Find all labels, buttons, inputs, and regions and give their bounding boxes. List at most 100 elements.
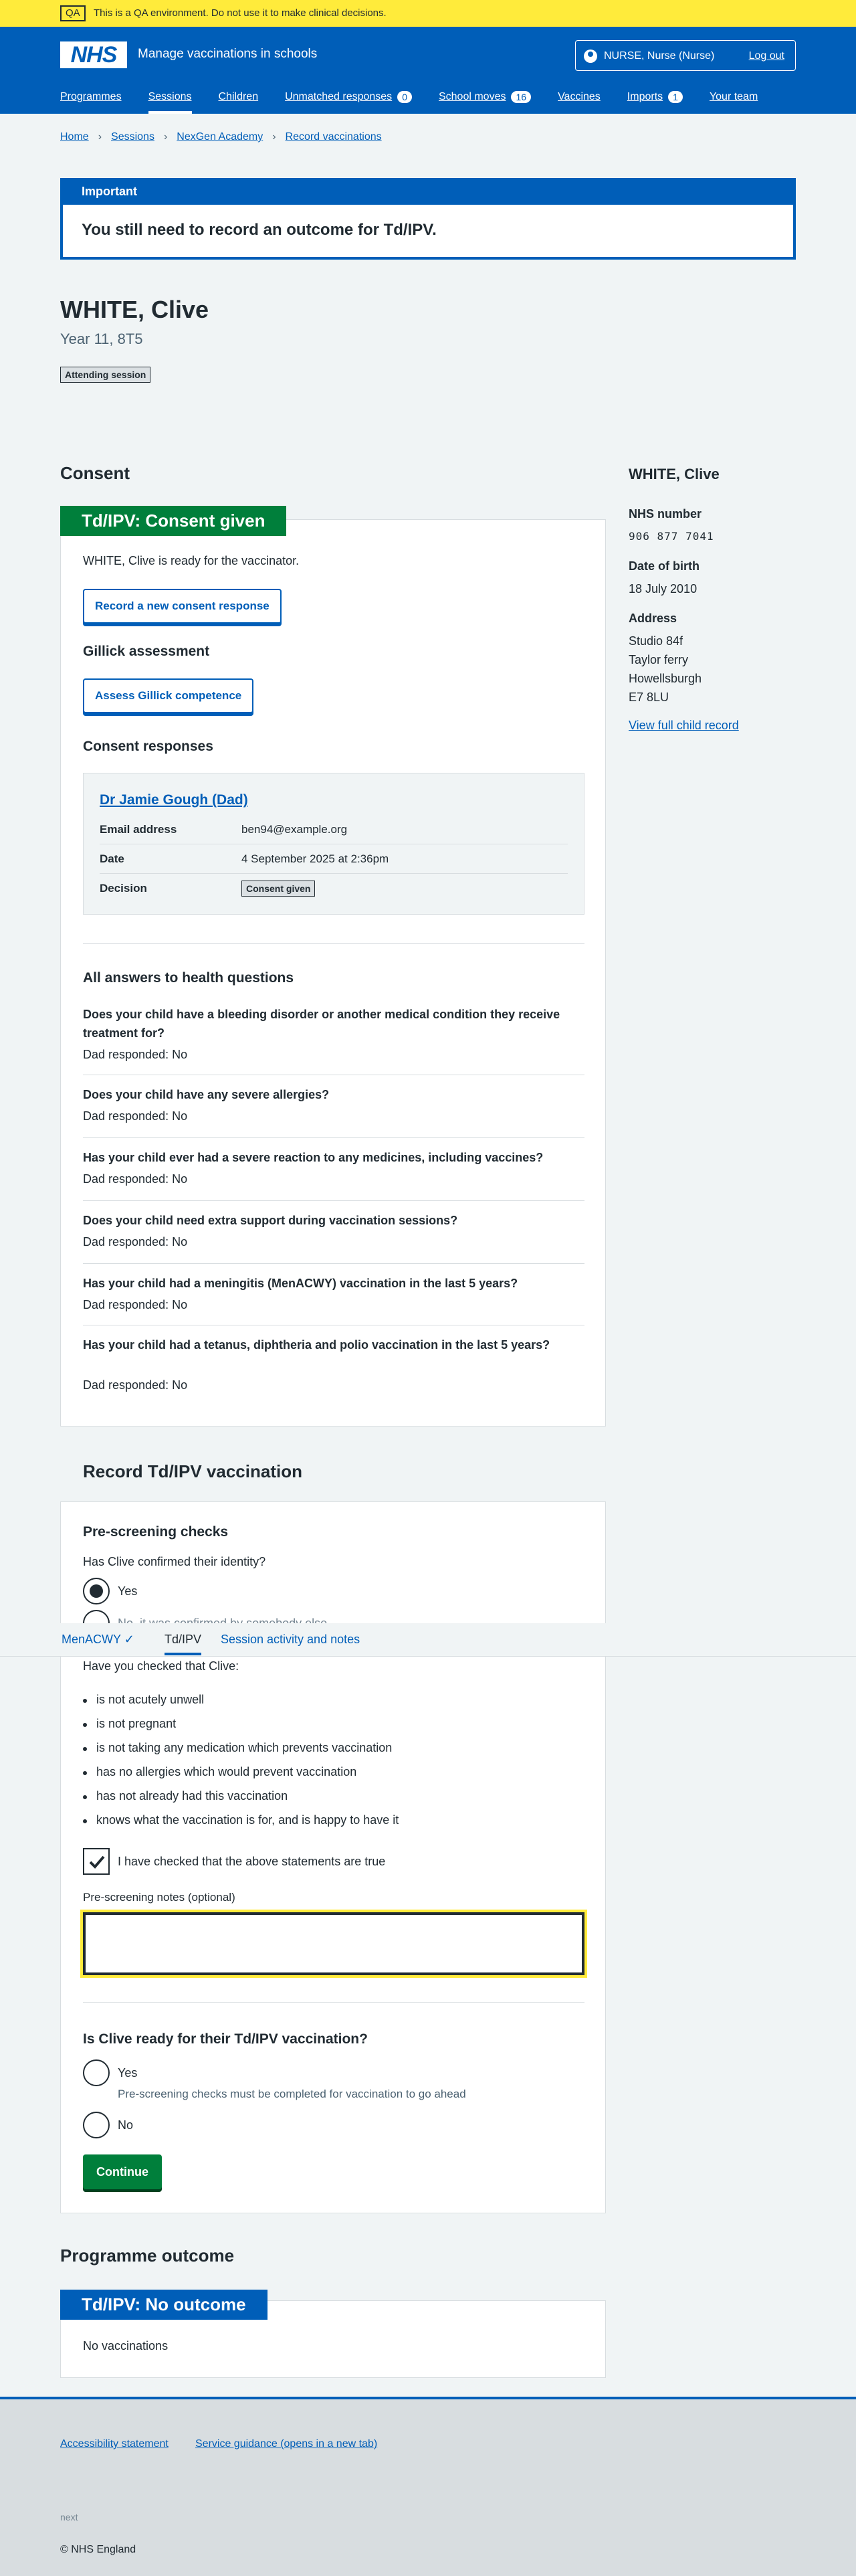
nav-imports[interactable]: Imports 1 [627, 84, 683, 114]
qa-banner: QA This is a QA environment. Do not use … [0, 0, 856, 27]
nav-label: Your team [709, 91, 758, 102]
nav-school-moves[interactable]: School moves 16 [438, 84, 532, 114]
logout-link[interactable]: Log out [749, 50, 784, 62]
breadcrumb-home[interactable]: Home [60, 131, 89, 143]
status-tag: Attending session [60, 367, 151, 383]
consent-ready-text: WHITE, Clive is ready for the vaccinator… [83, 554, 300, 567]
nav-label: Unmatched responses [285, 91, 393, 102]
health-question: Does your child have any severe allergie… [83, 1088, 330, 1101]
summary-row: Email address ben94@example.org [100, 815, 568, 844]
nav-children[interactable]: Children [219, 84, 259, 114]
address-line: E7 8LU [629, 691, 669, 704]
identity-yes-label: Yes [118, 1584, 138, 1598]
nav-sessions[interactable]: Sessions [148, 84, 192, 114]
breadcrumb-sessions[interactable]: Sessions [111, 131, 154, 143]
checks-intro: Have you checked that Clive: [83, 1659, 239, 1673]
checks-confirmed-label: I have checked that the above statements… [118, 1855, 386, 1868]
dob-value: 18 July 2010 [629, 582, 698, 595]
nav-programmes[interactable]: Programmes [60, 84, 122, 114]
assess-gillick-button[interactable]: Assess Gillick competence [83, 678, 254, 713]
continue-button[interactable]: Continue [83, 2154, 162, 2189]
check-item: knows what the vaccination is for, and i… [82, 1813, 399, 1827]
responder-link[interactable]: Dr Jamie Gough (Dad) [100, 792, 248, 808]
view-child-record-link[interactable]: View full child record [629, 719, 739, 733]
nav-label: Sessions [148, 91, 192, 102]
breadcrumb-record-vaccinations[interactable]: Record vaccinations [286, 131, 382, 143]
service-guidance-link[interactable]: Service guidance (opens in a new tab) [195, 2438, 377, 2450]
ready-no-label: No [118, 2118, 134, 2132]
breadcrumb-school[interactable]: NexGen Academy [177, 131, 263, 143]
address-line: Taylor ferry [629, 653, 689, 666]
tab-menacwy[interactable]: MenACWY ✓ [62, 1633, 134, 1647]
check-item: is not acutely unwell [82, 1693, 205, 1706]
checks-confirmed-checkbox[interactable] [83, 1848, 110, 1875]
ready-question: Is Clive ready for their Td/IPV vaccinat… [83, 2031, 368, 2047]
chevron-right-icon: › [98, 131, 102, 143]
address-label: Address [629, 612, 677, 625]
health-answer: Dad responded: No [83, 1172, 188, 1186]
patient-name: WHITE, Clive [60, 296, 209, 323]
nav-label: Vaccines [558, 91, 601, 102]
outcome-text: No vaccinations [83, 2339, 169, 2353]
health-questions-heading: All answers to health questions [83, 970, 294, 986]
important-body: You still need to record an outcome for … [82, 221, 437, 239]
health-answer: Dad responded: No [83, 1298, 188, 1311]
nav-count-badge: 0 [397, 91, 412, 103]
consent-responses-heading: Consent responses [83, 739, 213, 754]
chevron-right-icon: › [163, 131, 168, 143]
qa-warning-text: This is a QA environment. Do not use it … [94, 7, 387, 19]
decision-tag: Consent given [241, 881, 316, 897]
ready-yes-radio[interactable] [83, 2059, 110, 2086]
divider [83, 1263, 584, 1264]
main-nav: Programmes Sessions Children Unmatched r… [60, 84, 796, 114]
ready-no-radio[interactable] [83, 2112, 110, 2138]
account-name: NURSE, Nurse (Nurse) [604, 50, 715, 62]
nhs-logo[interactable]: NHS [60, 41, 127, 68]
footer-version: next [60, 2512, 78, 2522]
dob-label: Date of birth [629, 559, 700, 573]
check-item: is not pregnant [82, 1717, 177, 1730]
row-key: Date [100, 852, 124, 865]
divider [83, 1200, 584, 1201]
record-consent-button[interactable]: Record a new consent response [83, 589, 282, 624]
prescreening-notes-textarea[interactable] [80, 1910, 587, 1978]
prescreening-heading: Pre-screening checks [83, 1524, 229, 1540]
sidebar-patient-name: WHITE, Clive [629, 466, 720, 482]
ready-yes-hint: Pre-screening checks must be completed f… [118, 2088, 466, 2100]
nav-unmatched-responses[interactable]: Unmatched responses 0 [285, 84, 412, 114]
outcome-status-banner: Td/IPV: No outcome [60, 2290, 268, 2320]
nav-vaccines[interactable]: Vaccines [558, 84, 601, 114]
row-key: Decision [100, 882, 147, 895]
health-question: Does your child have a bleeding disorder… [83, 1008, 560, 1040]
site-header: NHS Manage vaccinations in schools NURSE… [0, 27, 856, 114]
check-item: has no allergies which would prevent vac… [82, 1765, 357, 1778]
tab-tdipv[interactable]: Td/IPV [165, 1633, 202, 1655]
divider [83, 943, 584, 944]
health-answer: Dad responded: No [83, 1235, 188, 1249]
accessibility-link[interactable]: Accessibility statement [60, 2438, 169, 2450]
summary-row: Date 4 September 2025 at 2:36pm [100, 844, 568, 874]
attendance-status: Attending session [60, 367, 151, 383]
programme-tabs: MenACWY ✓ Td/IPV Session activity and no… [0, 1623, 856, 1657]
record-vaccination-heading: Record Td/IPV vaccination [83, 1461, 302, 1481]
consent-response-card: Dr Jamie Gough (Dad) Email address ben94… [83, 773, 584, 915]
user-icon [584, 50, 597, 63]
notes-label: Pre-screening notes (optional) [83, 1891, 235, 1904]
consent-heading: Consent [60, 463, 130, 483]
tab-session-activity[interactable]: Session activity and notes [221, 1633, 360, 1647]
footer-copyright: © NHS England [60, 2544, 136, 2555]
nav-your-team[interactable]: Your team [710, 84, 758, 114]
identity-question: Has Clive confirmed their identity? [83, 1555, 266, 1568]
nav-label: Imports [627, 91, 663, 102]
qa-tag: QA [60, 5, 86, 21]
nav-label: School moves [438, 91, 506, 102]
identity-yes-radio[interactable] [83, 1578, 110, 1604]
summary-row: Decision Consent given [100, 874, 568, 903]
site-footer: Accessibility statement Service guidance… [0, 2397, 856, 2576]
breadcrumb: Home › Sessions › NexGen Academy › Recor… [60, 131, 382, 143]
date-value: 4 September 2025 at 2:36pm [241, 852, 389, 865]
account-box: NURSE, Nurse (Nurse) Log out [575, 40, 796, 71]
gillick-heading: Gillick assessment [83, 644, 210, 659]
important-banner: Important You still need to record an ou… [60, 178, 796, 260]
service-name[interactable]: Manage vaccinations in schools [138, 47, 317, 62]
